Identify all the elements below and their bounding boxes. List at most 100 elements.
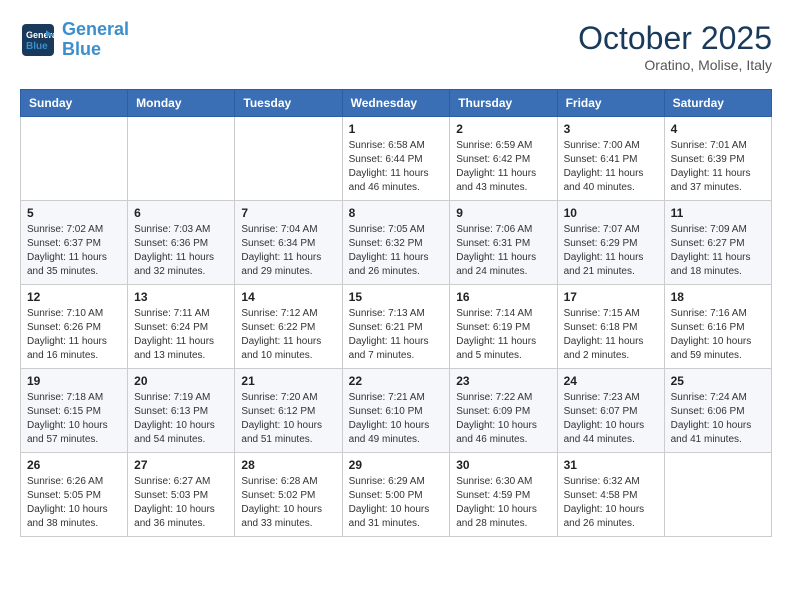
day-number: 24 [564, 374, 658, 388]
day-number: 29 [349, 458, 444, 472]
month-title: October 2025 [578, 20, 772, 57]
day-info: Sunrise: 7:23 AM Sunset: 6:07 PM Dayligh… [564, 391, 658, 447]
calendar-cell: 21 Sunrise: 7:20 AM Sunset: 6:12 PM Dayli… [235, 369, 342, 453]
day-info: Sunrise: 7:04 AM Sunset: 6:34 PM Dayligh… [241, 223, 335, 279]
day-number: 14 [241, 290, 335, 304]
day-info: Sunrise: 7:12 AM Sunset: 6:22 PM Dayligh… [241, 307, 335, 363]
day-number: 8 [349, 206, 444, 220]
day-number: 9 [456, 206, 550, 220]
calendar-cell: 27 Sunrise: 6:27 AM Sunset: 5:03 PM Dayli… [128, 453, 235, 537]
day-number: 11 [671, 206, 765, 220]
day-number: 17 [564, 290, 658, 304]
day-number: 2 [456, 122, 550, 136]
calendar-cell [21, 117, 128, 201]
day-number: 13 [134, 290, 228, 304]
day-info: Sunrise: 7:13 AM Sunset: 6:21 PM Dayligh… [349, 307, 444, 363]
calendar-cell: 24 Sunrise: 7:23 AM Sunset: 6:07 PM Dayli… [557, 369, 664, 453]
calendar-header-tuesday: Tuesday [235, 90, 342, 117]
calendar-cell: 3 Sunrise: 7:00 AM Sunset: 6:41 PM Daylig… [557, 117, 664, 201]
day-number: 28 [241, 458, 335, 472]
day-info: Sunrise: 7:19 AM Sunset: 6:13 PM Dayligh… [134, 391, 228, 447]
calendar-cell: 4Sunrise: 7:01 AM Sunset: 6:39 PM Daylig… [664, 117, 771, 201]
day-number: 5 [27, 206, 121, 220]
day-info: Sunrise: 7:22 AM Sunset: 6:09 PM Dayligh… [456, 391, 550, 447]
svg-text:Blue: Blue [26, 41, 48, 52]
day-number: 7 [241, 206, 335, 220]
day-number: 1 [349, 122, 444, 136]
calendar-header-thursday: Thursday [450, 90, 557, 117]
calendar-cell: 8 Sunrise: 7:05 AM Sunset: 6:32 PM Daylig… [342, 201, 450, 285]
calendar-header-sunday: Sunday [21, 90, 128, 117]
day-number: 25 [671, 374, 765, 388]
day-info: Sunrise: 7:00 AM Sunset: 6:41 PM Dayligh… [564, 139, 658, 195]
day-info: Sunrise: 7:11 AM Sunset: 6:24 PM Dayligh… [134, 307, 228, 363]
day-info: Sunrise: 7:05 AM Sunset: 6:32 PM Dayligh… [349, 223, 444, 279]
day-number: 20 [134, 374, 228, 388]
calendar-cell: 30 Sunrise: 6:30 AM Sunset: 4:59 PM Dayli… [450, 453, 557, 537]
calendar-cell: 5Sunrise: 7:02 AM Sunset: 6:37 PM Daylig… [21, 201, 128, 285]
day-number: 21 [241, 374, 335, 388]
day-info: Sunrise: 7:16 AM Sunset: 6:16 PM Dayligh… [671, 307, 765, 363]
day-number: 6 [134, 206, 228, 220]
calendar-cell: 22 Sunrise: 7:21 AM Sunset: 6:10 PM Dayli… [342, 369, 450, 453]
calendar-week-3: 12Sunrise: 7:10 AM Sunset: 6:26 PM Dayli… [21, 285, 772, 369]
calendar-header-row: SundayMondayTuesdayWednesdayThursdayFrid… [21, 90, 772, 117]
day-info: Sunrise: 7:14 AM Sunset: 6:19 PM Dayligh… [456, 307, 550, 363]
day-info: Sunrise: 6:30 AM Sunset: 4:59 PM Dayligh… [456, 475, 550, 531]
day-number: 22 [349, 374, 444, 388]
location-subtitle: Oratino, Molise, Italy [578, 57, 772, 73]
calendar-cell: 18 Sunrise: 7:16 AM Sunset: 6:16 PM Dayli… [664, 285, 771, 369]
calendar-cell: 15 Sunrise: 7:13 AM Sunset: 6:21 PM Dayli… [342, 285, 450, 369]
calendar-cell: 29 Sunrise: 6:29 AM Sunset: 5:00 PM Dayli… [342, 453, 450, 537]
day-number: 31 [564, 458, 658, 472]
calendar-table: SundayMondayTuesdayWednesdayThursdayFrid… [20, 89, 772, 537]
calendar-cell: 9Sunrise: 7:06 AM Sunset: 6:31 PM Daylig… [450, 201, 557, 285]
day-info: Sunrise: 7:01 AM Sunset: 6:39 PM Dayligh… [671, 139, 765, 195]
day-info: Sunrise: 7:21 AM Sunset: 6:10 PM Dayligh… [349, 391, 444, 447]
day-info: Sunrise: 6:29 AM Sunset: 5:00 PM Dayligh… [349, 475, 444, 531]
day-info: Sunrise: 7:03 AM Sunset: 6:36 PM Dayligh… [134, 223, 228, 279]
day-info: Sunrise: 7:20 AM Sunset: 6:12 PM Dayligh… [241, 391, 335, 447]
calendar-cell: 31 Sunrise: 6:32 AM Sunset: 4:58 PM Dayli… [557, 453, 664, 537]
day-info: Sunrise: 6:32 AM Sunset: 4:58 PM Dayligh… [564, 475, 658, 531]
day-info: Sunrise: 6:59 AM Sunset: 6:42 PM Dayligh… [456, 139, 550, 195]
calendar-cell: 25 Sunrise: 7:24 AM Sunset: 6:06 PM Dayli… [664, 369, 771, 453]
calendar-cell: 6 Sunrise: 7:03 AM Sunset: 6:36 PM Daylig… [128, 201, 235, 285]
day-number: 18 [671, 290, 765, 304]
day-info: Sunrise: 7:18 AM Sunset: 6:15 PM Dayligh… [27, 391, 121, 447]
calendar-cell: 20 Sunrise: 7:19 AM Sunset: 6:13 PM Dayli… [128, 369, 235, 453]
calendar-cell: 7 Sunrise: 7:04 AM Sunset: 6:34 PM Daylig… [235, 201, 342, 285]
calendar-cell [664, 453, 771, 537]
day-info: Sunrise: 7:09 AM Sunset: 6:27 PM Dayligh… [671, 223, 765, 279]
day-info: Sunrise: 6:58 AM Sunset: 6:44 PM Dayligh… [349, 139, 444, 195]
day-number: 15 [349, 290, 444, 304]
day-info: Sunrise: 6:27 AM Sunset: 5:03 PM Dayligh… [134, 475, 228, 531]
day-number: 3 [564, 122, 658, 136]
day-number: 30 [456, 458, 550, 472]
calendar-week-2: 5Sunrise: 7:02 AM Sunset: 6:37 PM Daylig… [21, 201, 772, 285]
calendar-cell: 28 Sunrise: 6:28 AM Sunset: 5:02 PM Dayli… [235, 453, 342, 537]
calendar-cell: 10 Sunrise: 7:07 AM Sunset: 6:29 PM Dayli… [557, 201, 664, 285]
day-number: 12 [27, 290, 121, 304]
calendar-cell [128, 117, 235, 201]
calendar-cell: 11 Sunrise: 7:09 AM Sunset: 6:27 PM Dayli… [664, 201, 771, 285]
calendar-cell: 12Sunrise: 7:10 AM Sunset: 6:26 PM Dayli… [21, 285, 128, 369]
day-info: Sunrise: 6:28 AM Sunset: 5:02 PM Dayligh… [241, 475, 335, 531]
calendar-cell: 1 Sunrise: 6:58 AM Sunset: 6:44 PM Daylig… [342, 117, 450, 201]
day-number: 27 [134, 458, 228, 472]
calendar-week-4: 19Sunrise: 7:18 AM Sunset: 6:15 PM Dayli… [21, 369, 772, 453]
day-number: 10 [564, 206, 658, 220]
logo-text: General Blue [62, 20, 129, 60]
calendar-header-friday: Friday [557, 90, 664, 117]
calendar-cell: 13 Sunrise: 7:11 AM Sunset: 6:24 PM Dayli… [128, 285, 235, 369]
calendar-cell [235, 117, 342, 201]
calendar-cell: 2 Sunrise: 6:59 AM Sunset: 6:42 PM Daylig… [450, 117, 557, 201]
day-number: 16 [456, 290, 550, 304]
day-info: Sunrise: 7:24 AM Sunset: 6:06 PM Dayligh… [671, 391, 765, 447]
day-number: 23 [456, 374, 550, 388]
logo: General Blue General Blue [20, 20, 129, 60]
calendar-week-1: 1 Sunrise: 6:58 AM Sunset: 6:44 PM Daylig… [21, 117, 772, 201]
day-info: Sunrise: 7:15 AM Sunset: 6:18 PM Dayligh… [564, 307, 658, 363]
calendar-header-monday: Monday [128, 90, 235, 117]
day-info: Sunrise: 7:07 AM Sunset: 6:29 PM Dayligh… [564, 223, 658, 279]
